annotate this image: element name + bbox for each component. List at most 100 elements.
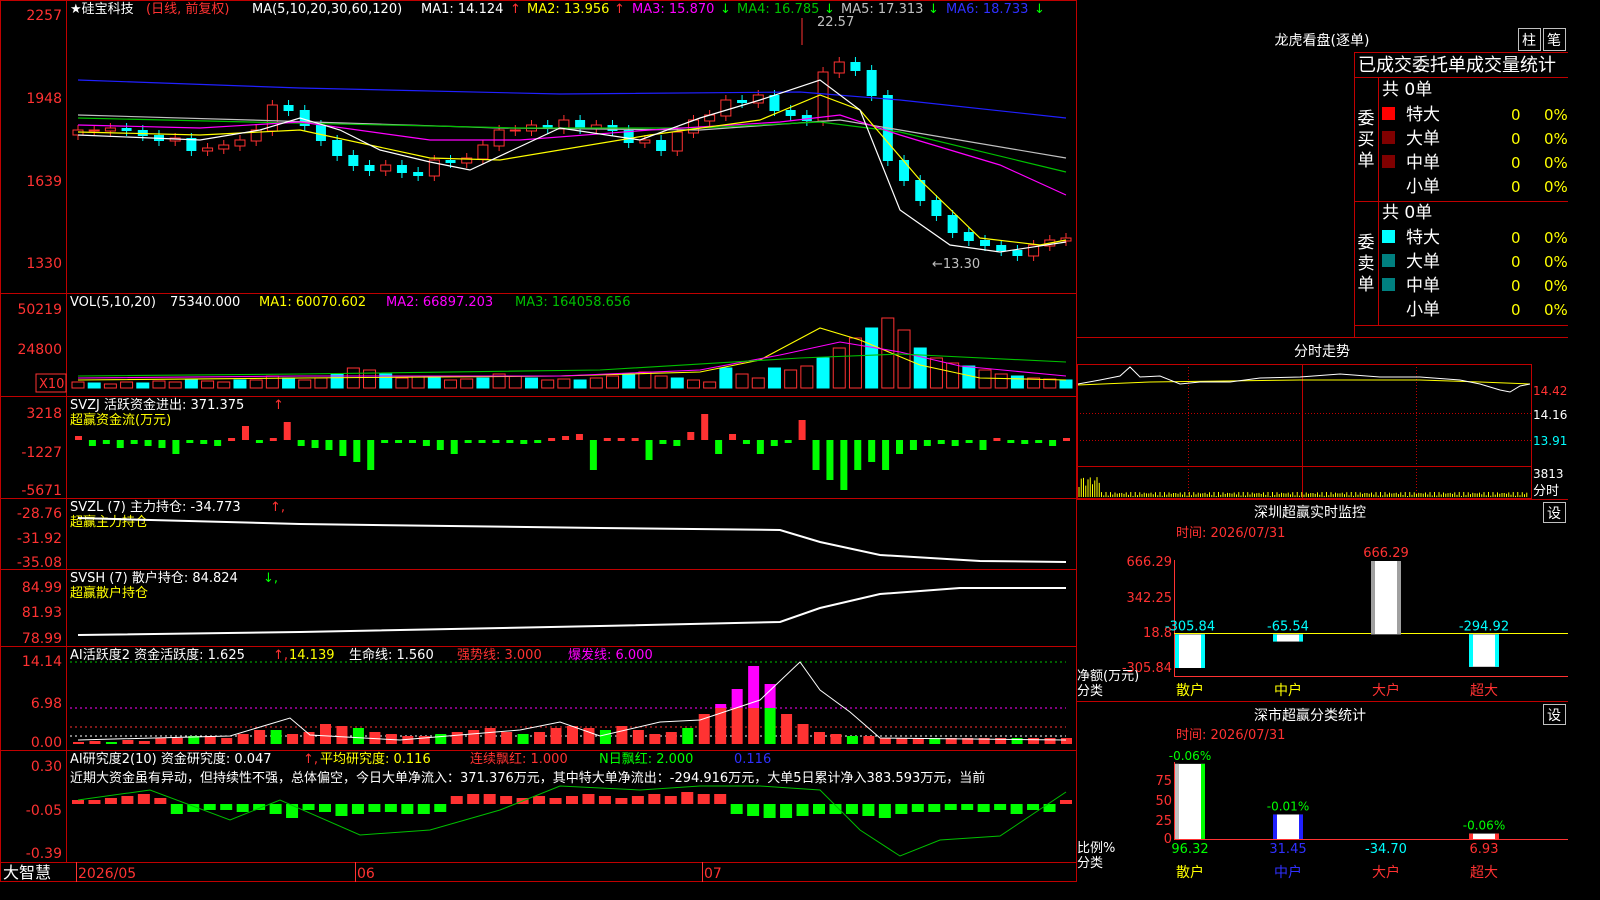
svzl-subtitle: 超赢主力持仓 xyxy=(70,514,148,530)
fund-flow-bar xyxy=(450,440,458,454)
order-pct: 0% xyxy=(1544,301,1568,319)
intraday-tick: 3813 xyxy=(1533,467,1564,481)
volume-bar xyxy=(929,357,943,389)
research-bar xyxy=(1060,800,1072,804)
activity-bar xyxy=(781,714,793,744)
volume-bar xyxy=(282,377,296,389)
ai-active-v2: 14.139 xyxy=(289,648,335,663)
svzj-bars xyxy=(75,414,1070,490)
fund-flow-bar xyxy=(548,438,556,441)
fund-flow-bar xyxy=(534,440,542,443)
order-size-name: 小单 xyxy=(1406,300,1440,320)
intraday-vol-label: 分时 xyxy=(1533,484,1559,499)
monitor-bar-body xyxy=(1469,634,1499,667)
vol-ma1: MA1: 60070.602 xyxy=(259,295,366,310)
research-bar xyxy=(533,796,546,804)
monitor-bar-body xyxy=(1371,561,1401,635)
order-count: 0 xyxy=(1511,229,1521,247)
fund-flow-bar xyxy=(631,438,639,441)
research-bar xyxy=(1010,804,1023,814)
volume-bar xyxy=(1059,379,1073,389)
ai-active-title: AI活跃度2 资金活跃度: 1.625 xyxy=(70,647,245,663)
ai-active-ytick: 0.00 xyxy=(31,735,62,751)
class-category-label: 大户 xyxy=(1372,864,1400,881)
volume-bar xyxy=(994,373,1008,389)
ma6-line xyxy=(77,79,1067,119)
research-bar xyxy=(763,804,776,818)
ai-research-ytick: 0.30 xyxy=(31,759,62,775)
fund-flow-bar xyxy=(854,440,862,470)
ai-active-arrow: ↑, xyxy=(273,648,288,663)
fund-flow-bar xyxy=(158,440,166,448)
order-size-swatch xyxy=(1382,254,1395,267)
svzj-arrow: ↑ xyxy=(273,398,284,413)
activity-bar xyxy=(682,728,694,744)
volume-bar xyxy=(525,377,539,389)
intraday-panel: 分时走势 14.42 14.16 13.91 3813 分时 xyxy=(1077,344,1567,499)
research-bar xyxy=(928,804,941,812)
fund-flow-bar xyxy=(130,440,138,444)
research-bar xyxy=(944,804,957,810)
buy-total: 共 0单 xyxy=(1382,80,1432,100)
activity-bar xyxy=(814,732,825,744)
sz-monitor-ylabel: 净额(万元) xyxy=(1077,669,1139,684)
candle-body xyxy=(737,100,748,103)
research-bar xyxy=(961,804,974,810)
class-bar xyxy=(1175,763,1205,839)
volume-bar xyxy=(897,329,911,389)
time-axis: 大智慧 2026/05 06 07 xyxy=(3,862,722,882)
vol-ytick: 50219 xyxy=(17,302,62,318)
ma3-arrow: ↓ xyxy=(720,2,731,17)
volume-bar xyxy=(152,380,166,389)
ai-research-title: AI研究度2(10) 资金研究度: 0.047 xyxy=(70,751,272,767)
fund-flow-bar xyxy=(742,440,750,444)
candle-body xyxy=(364,165,375,171)
fund-flow-bar xyxy=(701,414,709,440)
ma2-value: MA2: 13.956 xyxy=(527,2,609,17)
kline-ytick: 1639 xyxy=(26,174,62,190)
volume-bar xyxy=(978,369,992,389)
ai-active-ytick: 14.14 xyxy=(22,654,62,670)
order-size-name: 特大 xyxy=(1406,105,1440,125)
vol-value: 75340.000 xyxy=(170,295,240,310)
ai-active-header: AI活跃度2 资金活跃度: 1.625 ↑, 14.139 生命线: 1.560… xyxy=(70,647,653,663)
fund-flow-bar xyxy=(993,438,1001,441)
order-pct: 0% xyxy=(1544,106,1568,124)
activity-bar xyxy=(517,734,529,744)
class-top-label: -0.06% xyxy=(1169,749,1211,763)
fund-flow-bar xyxy=(269,438,277,441)
xaxis-label: 06 xyxy=(357,866,375,882)
ai-active-yaxis: 14.14 6.98 0.00 xyxy=(22,654,62,751)
monitor-bar-edge xyxy=(1201,634,1205,668)
svzl-ytick: -28.76 xyxy=(17,506,62,522)
candle-body xyxy=(396,165,407,173)
ai-research-comment: 近期大资金虽有异动，但持续性不强，总体偏空，今日大单净流入：371.376万元，… xyxy=(70,770,985,786)
svg-text:卖: 卖 xyxy=(1358,254,1375,274)
svzj-subtitle: 超赢资金流(万元) xyxy=(70,412,171,428)
research-bar xyxy=(319,804,331,812)
svzl-ytick: -35.08 xyxy=(17,555,62,571)
fund-flow-bar xyxy=(1063,438,1070,441)
ai-research-last: 0.116 xyxy=(734,752,771,767)
monitor-bar-body xyxy=(1273,634,1303,642)
vol-title: VOL(5,10,20) xyxy=(70,295,156,310)
candle-body xyxy=(899,160,910,181)
sz-class-title: 深市超赢分类统计 xyxy=(1254,707,1366,724)
order-size-swatch xyxy=(1382,230,1395,243)
intraday-price-line xyxy=(1077,366,1531,393)
ma1-value: MA1: 14.124 xyxy=(421,2,503,17)
order-pct: 0% xyxy=(1544,130,1568,148)
svzj-title: SVZJ 活跃资金进出: 371.375 xyxy=(70,397,244,413)
candle-body xyxy=(477,144,489,160)
fund-flow-bar xyxy=(325,440,333,450)
fund-flow-bar xyxy=(784,440,792,443)
tick-mode-button-label: 笔 xyxy=(1547,33,1561,49)
ma-param: MA(5,10,20,30,60,120) xyxy=(252,2,402,17)
research-bar xyxy=(450,796,463,804)
ma2-arrow: ↑ xyxy=(614,2,625,17)
buy-side-label: 委买单 xyxy=(1358,109,1375,171)
fund-flow-bar xyxy=(1035,440,1043,443)
activity-bar-burst xyxy=(764,684,776,708)
fund-flow-bar xyxy=(297,440,305,446)
svsh-line xyxy=(77,587,1066,636)
